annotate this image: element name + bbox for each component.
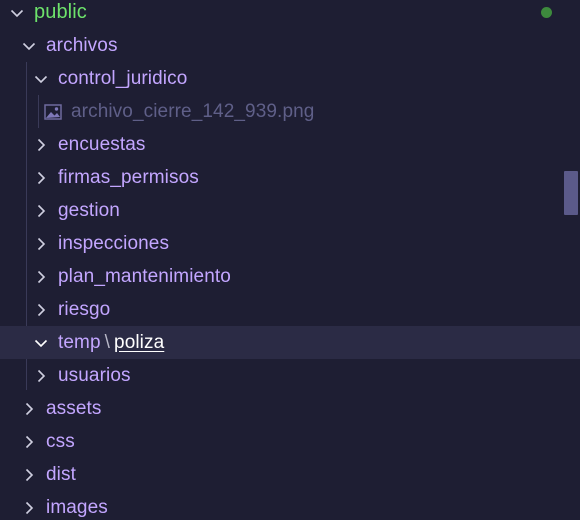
- tree-item-label: public: [34, 1, 87, 23]
- tree-item-label: encuestas: [58, 133, 146, 155]
- tree-item-css[interactable]: css: [0, 425, 580, 458]
- tree-item-assets[interactable]: assets: [0, 392, 580, 425]
- scrollbar-thumb[interactable]: [564, 171, 578, 215]
- tree-item-usuarios[interactable]: usuarios: [0, 359, 580, 392]
- tree-item-file[interactable]: archivo_cierre_142_939.png: [0, 95, 580, 128]
- folder-segment-poliza[interactable]: poliza: [114, 332, 164, 354]
- chevron-down-icon: [33, 71, 49, 87]
- chevron-right-icon: [33, 269, 49, 285]
- tree-item-archivos[interactable]: archivos: [0, 29, 580, 62]
- chevron-right-icon: [21, 467, 37, 483]
- tree-item-label: plan_mantenimiento: [58, 265, 231, 287]
- tree-item-dist[interactable]: dist: [0, 458, 580, 491]
- tree-item-inspecciones[interactable]: inspecciones: [0, 227, 580, 260]
- folder-segment-temp[interactable]: temp: [58, 332, 101, 354]
- chevron-down-icon: [21, 38, 37, 54]
- tree-item-label: archivos: [46, 34, 118, 56]
- tree-item-label: control_juridico: [58, 67, 188, 89]
- path-separator: \: [104, 331, 111, 353]
- tree-item-firmas-permisos[interactable]: firmas_permisos: [0, 161, 580, 194]
- tree-item-label: riesgo: [58, 298, 111, 320]
- tree-item-label: assets: [46, 397, 102, 419]
- chevron-right-icon: [33, 203, 49, 219]
- tree-item-label: firmas_permisos: [58, 166, 199, 188]
- tree-item-label: gestion: [58, 199, 120, 221]
- tree-item-public[interactable]: public: [0, 0, 580, 29]
- chevron-right-icon: [33, 137, 49, 153]
- chevron-right-icon: [33, 236, 49, 252]
- chevron-right-icon: [33, 302, 49, 318]
- tree-item-label: usuarios: [58, 364, 131, 386]
- status-dot-icon: [541, 7, 552, 18]
- chevron-right-icon: [21, 434, 37, 450]
- tree-item-gestion[interactable]: gestion: [0, 194, 580, 227]
- tree-item-control-juridico[interactable]: control_juridico: [0, 62, 580, 95]
- chevron-right-icon: [33, 170, 49, 186]
- tree-item-temp-poliza[interactable]: temp \ poliza: [0, 326, 580, 359]
- tree-item-label: inspecciones: [58, 232, 170, 254]
- tree-item-label: images: [46, 496, 108, 518]
- chevron-down-icon: [33, 335, 49, 351]
- tree-item-plan-mantenimiento[interactable]: plan_mantenimiento: [0, 260, 580, 293]
- tree-item-riesgo[interactable]: riesgo: [0, 293, 580, 326]
- chevron-right-icon: [21, 401, 37, 417]
- vertical-scrollbar[interactable]: [564, 0, 580, 520]
- image-file-icon: [44, 103, 62, 120]
- tree-item-encuestas[interactable]: encuestas: [0, 128, 580, 161]
- compact-folder-label: temp \ poliza: [58, 332, 164, 354]
- chevron-right-icon: [21, 500, 37, 516]
- chevron-down-icon: [9, 5, 25, 21]
- tree-item-images[interactable]: images: [0, 491, 580, 520]
- tree-item-label: archivo_cierre_142_939.png: [71, 100, 315, 122]
- tree-item-label: dist: [46, 463, 76, 485]
- tree-item-label: css: [46, 430, 75, 452]
- chevron-right-icon: [33, 368, 49, 384]
- file-explorer: public archivos control_juridico archivo…: [0, 0, 580, 520]
